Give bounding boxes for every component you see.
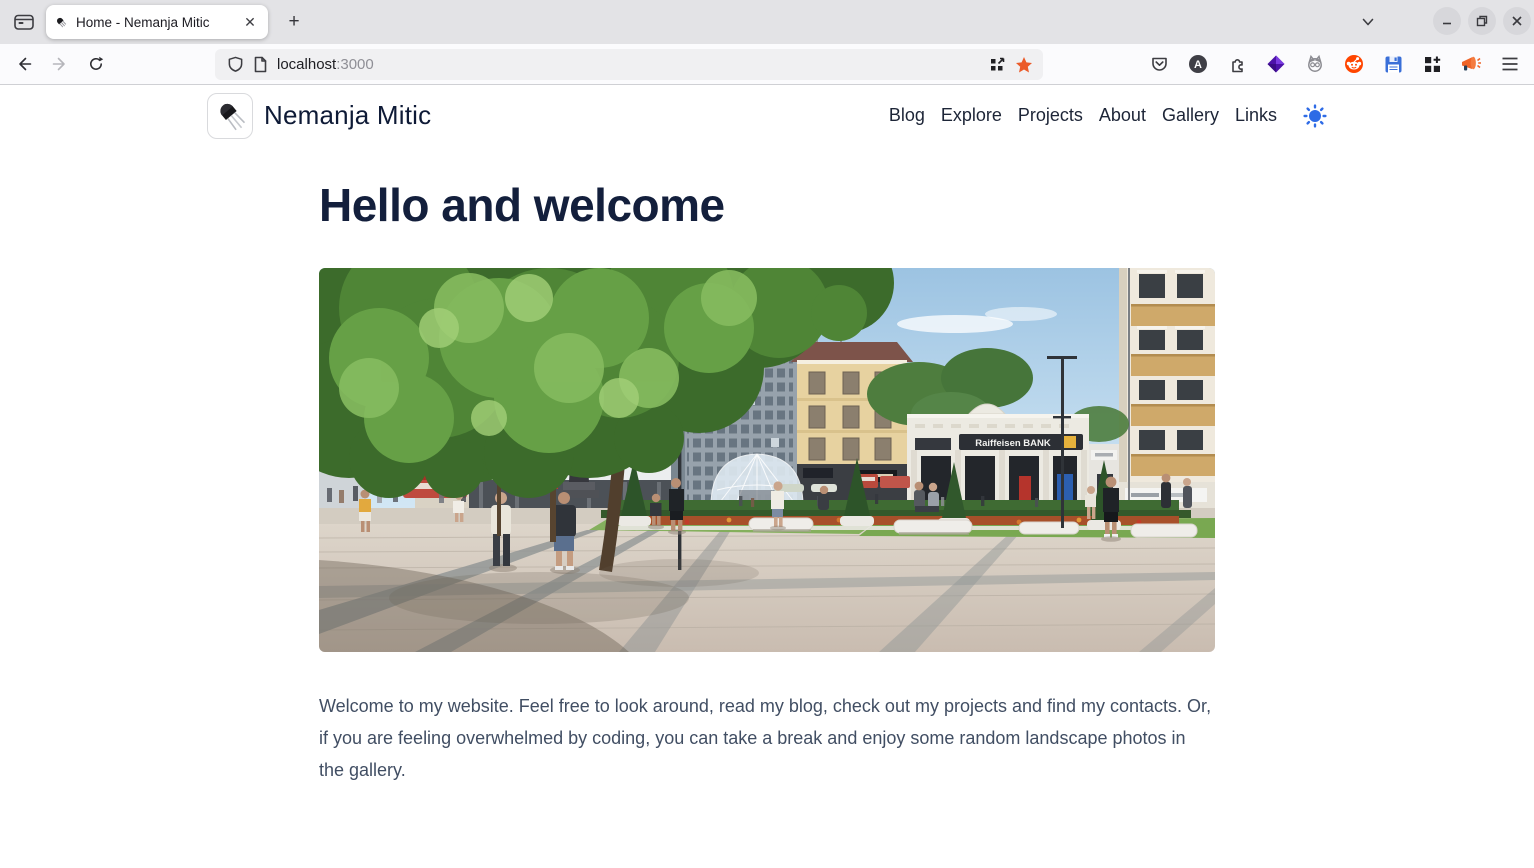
cat-extension-icon[interactable] (1304, 53, 1326, 75)
nav-link-links[interactable]: Links (1235, 105, 1277, 126)
url-port: :3000 (336, 56, 374, 73)
hamburger-menu-icon[interactable] (1499, 53, 1521, 75)
screenshots-grid-icon[interactable] (989, 56, 1006, 73)
reload-button[interactable] (80, 48, 112, 80)
main-navigation: Blog Explore Projects About Gallery Link… (889, 105, 1277, 126)
intro-paragraph: Welcome to my website. Feel free to look… (319, 690, 1215, 786)
active-tab[interactable]: Home - Nemanja Mitic ✕ (46, 5, 268, 39)
url-host: localhost (277, 56, 336, 73)
tab-title: Home - Nemanja Mitic (76, 15, 232, 30)
grid-plus-extension-icon[interactable] (1421, 53, 1443, 75)
hero-image: Raiffeisen BANK (319, 268, 1215, 652)
new-tab-button[interactable]: + (278, 6, 310, 38)
nav-link-about[interactable]: About (1099, 105, 1146, 126)
nav-link-explore[interactable]: Explore (941, 105, 1002, 126)
reddit-extension-icon[interactable] (1343, 53, 1365, 75)
restore-button[interactable] (1468, 7, 1496, 35)
floppy-save-extension-icon[interactable] (1382, 53, 1404, 75)
toolbar-extensions: A (1148, 48, 1521, 80)
a-badge-extension-icon[interactable]: A (1187, 53, 1209, 75)
page-info-icon[interactable] (253, 56, 268, 73)
extensions-puzzle-icon[interactable] (1226, 53, 1248, 75)
url-text[interactable]: localhost:3000 (277, 56, 980, 73)
back-button[interactable] (8, 48, 40, 80)
close-window-button[interactable] (1503, 7, 1531, 35)
page-title: Hello and welcome (319, 178, 1215, 232)
transistor-logo-icon (210, 96, 250, 136)
minimize-button[interactable] (1433, 7, 1461, 35)
tab-strip: Home - Nemanja Mitic ✕ + (0, 0, 1534, 44)
pocket-icon[interactable] (1148, 53, 1170, 75)
site-header: Nemanja Mitic Blog Explore Projects Abou… (0, 85, 1534, 147)
nav-link-gallery[interactable]: Gallery (1162, 105, 1219, 126)
forward-button[interactable] (44, 48, 76, 80)
bank-sign-text: Raiffeisen BANK (975, 438, 1051, 449)
list-all-tabs-chevron-icon[interactable] (1354, 8, 1382, 36)
shield-icon[interactable] (227, 56, 244, 73)
site-title[interactable]: Nemanja Mitic (264, 100, 431, 131)
tab-close-icon[interactable]: ✕ (240, 12, 260, 32)
browser-window: Home - Nemanja Mitic ✕ + localhost:3000 (0, 0, 1534, 868)
svg-text:A: A (1194, 59, 1202, 71)
transistor-favicon-icon (54, 15, 68, 29)
megaphone-extension-icon[interactable] (1460, 53, 1482, 75)
bookmark-star-icon[interactable] (1015, 56, 1033, 74)
page-content: Hello and welcome (0, 146, 1534, 868)
firefox-view-icon[interactable] (8, 8, 40, 36)
nav-link-projects[interactable]: Projects (1018, 105, 1083, 126)
nav-link-blog[interactable]: Blog (889, 105, 925, 126)
url-bar[interactable]: localhost:3000 (215, 49, 1043, 80)
purple-diamond-extension-icon[interactable] (1265, 53, 1287, 75)
site-logo[interactable] (207, 93, 253, 139)
theme-toggle-sun-icon[interactable] (1303, 104, 1327, 128)
